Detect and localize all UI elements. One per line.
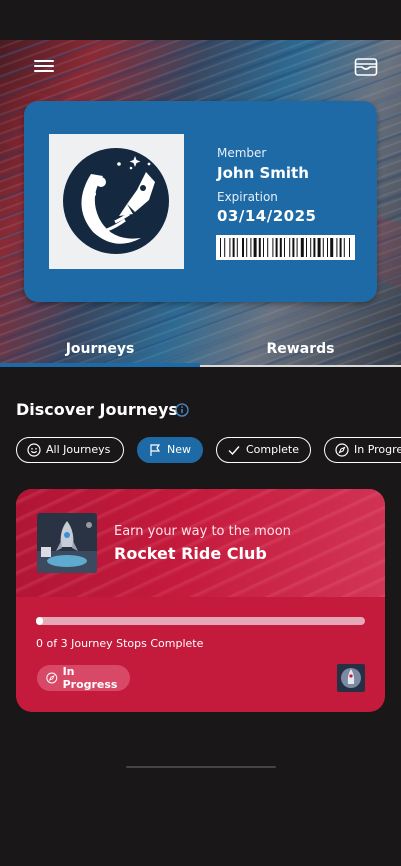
smiley-icon [27, 443, 41, 457]
barcode-icon [216, 235, 355, 260]
filter-label: Complete [246, 443, 300, 456]
journey-thumbnail [37, 513, 97, 573]
filter-label: All Journeys [46, 443, 111, 456]
rocket-moon-logo [49, 134, 184, 269]
expiration-value: 03/14/2025 [217, 207, 317, 225]
bottom-bar [0, 782, 401, 866]
expiration-label: Expiration [217, 190, 278, 204]
status-label: In Progress [62, 665, 118, 691]
reward-avatar [337, 664, 365, 692]
filter-complete[interactable]: Complete [216, 437, 311, 463]
wallet-icon[interactable] [354, 56, 378, 78]
filter-new[interactable]: New [137, 437, 203, 463]
progress-text: 0 of 3 Journey Stops Complete [36, 637, 204, 650]
flag-icon [150, 444, 161, 456]
active-tab-indicator [0, 363, 200, 367]
filter-all-journeys[interactable]: All Journeys [16, 437, 124, 463]
filter-in-progress[interactable]: In Progress [324, 437, 401, 463]
progress-bar [36, 617, 365, 625]
member-name: John Smith [217, 164, 309, 182]
tab-divider [200, 365, 401, 367]
compass-icon [335, 443, 349, 457]
journey-subtitle: Earn your way to the moon [114, 524, 291, 539]
journey-card[interactable]: Earn your way to the moon Rocket Ride Cl… [16, 489, 385, 712]
filter-label: New [167, 443, 191, 456]
member-label: Member [217, 146, 267, 160]
info-icon[interactable] [175, 402, 189, 417]
hamburger-icon[interactable] [34, 60, 54, 74]
filter-label: In Progress [354, 443, 401, 456]
compass-icon [46, 672, 58, 684]
section-title: Discover Journeys [16, 400, 178, 419]
status-bar [0, 0, 401, 40]
status-badge: In Progress [37, 665, 130, 691]
membership-card[interactable]: Member John Smith Expiration 03/14/2025 [24, 101, 377, 302]
journey-title: Rocket Ride Club [114, 544, 267, 563]
check-icon [228, 446, 240, 456]
tab-rewards[interactable]: Rewards [200, 330, 401, 368]
home-indicator [126, 766, 276, 768]
progress-fill [36, 617, 43, 625]
